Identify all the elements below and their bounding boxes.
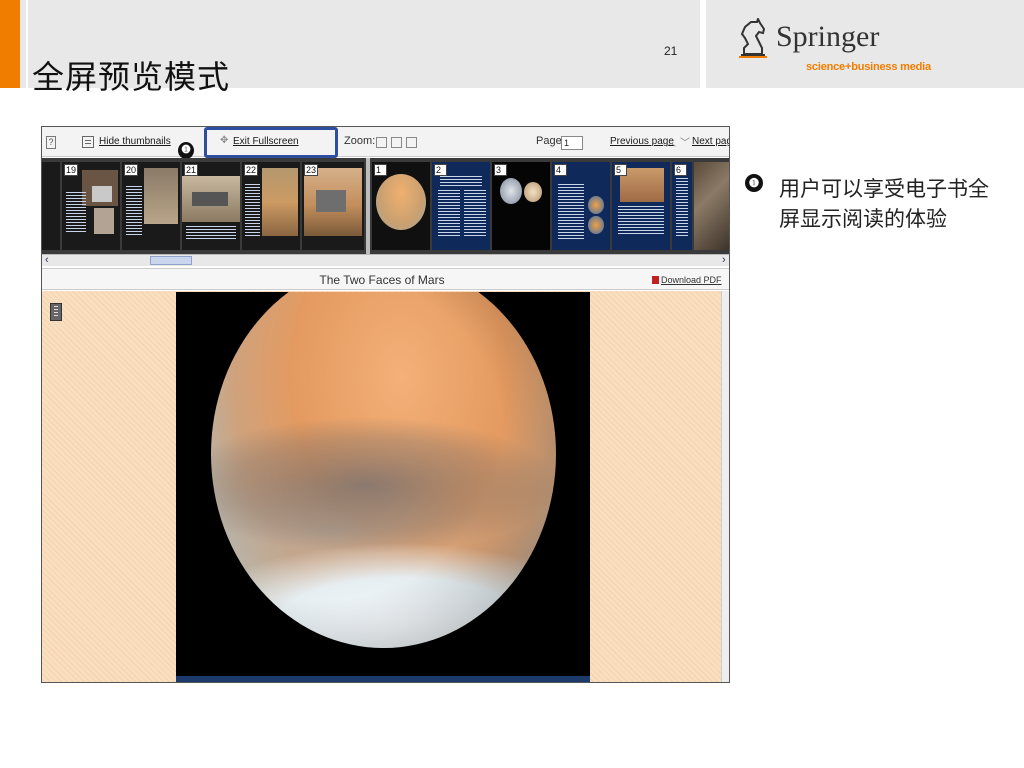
thumbnail-strip-divider — [366, 158, 370, 254]
hide-thumbnails-link[interactable]: Hide thumbnails — [99, 136, 171, 147]
zoom-fit-icon[interactable] — [406, 137, 417, 148]
step-marker-badge: ❶ — [178, 142, 194, 159]
thumbnail-scrollbar[interactable]: ‹ › — [42, 254, 729, 266]
thumbnail-page-4[interactable]: 4 — [552, 162, 610, 250]
scroll-left-icon[interactable]: ‹ — [45, 254, 49, 266]
header-accent-bar — [0, 0, 20, 88]
thumbnail-page-21[interactable]: 21 — [182, 162, 240, 250]
zoom-out-icon[interactable] — [391, 137, 402, 148]
download-pdf-label: Download PDF — [661, 275, 722, 285]
springer-logo-tagline: science+business media — [806, 61, 931, 73]
next-page-link[interactable]: Next page — [692, 136, 729, 147]
thumbnail-strip: 19 20 21 22 23 1 2 3 4 5 6 — [42, 158, 729, 254]
thumbnail-number: 6 — [674, 164, 687, 176]
thumbnail-page-19[interactable]: 19 — [62, 162, 120, 250]
chevron-down-icon[interactable]: ﹀ — [680, 134, 690, 149]
document-page-mars-image — [176, 292, 590, 680]
thumbnail-page-1[interactable]: 1 — [372, 162, 430, 250]
document-title: The Two Faces of Mars — [319, 273, 445, 287]
page-number-input[interactable]: 1 — [561, 136, 583, 150]
download-pdf-link[interactable]: Download PDF — [652, 275, 722, 285]
page-bottom-bar — [176, 676, 590, 682]
slide-title: 全屏预览模式 — [32, 58, 231, 96]
document-title-bar: The Two Faces of Mars Download PDF — [42, 268, 729, 290]
zoom-label: Zoom: — [344, 135, 376, 147]
thumbnail-page-6[interactable]: 6 — [672, 162, 692, 250]
zoom-in-icon[interactable] — [376, 137, 387, 148]
previous-page-link[interactable]: Previous page — [610, 136, 674, 147]
thumbnail-page-2[interactable]: 2 — [432, 162, 490, 250]
note-badge: ❶ — [745, 174, 763, 192]
viewer-toolbar: ? Hide thumbnails ❶ ✥ Exit Fullscreen Zo… — [42, 127, 729, 159]
note-text: 用户可以享受电子书全屏显示阅读的体验 — [779, 177, 989, 231]
page-label: Page — [536, 135, 562, 147]
help-button[interactable]: ? — [46, 136, 56, 149]
thumbnail-partial[interactable] — [694, 162, 729, 250]
thumbnail-number: 22 — [244, 164, 259, 176]
thumbnail-number: 19 — [64, 164, 79, 176]
fullscreen-icon: ✥ — [220, 135, 229, 146]
chevron-up-icon[interactable]: ︿ — [666, 134, 676, 149]
exit-fullscreen-link[interactable]: Exit Fullscreen — [233, 136, 299, 147]
thumbnail-number: 5 — [614, 164, 627, 176]
viewer-scrollbar[interactable] — [721, 291, 729, 682]
knight-horse-icon — [739, 18, 767, 58]
springer-logo-wordmark: Springer — [776, 20, 880, 53]
header-divider — [26, 0, 28, 88]
pdf-icon — [652, 276, 659, 284]
slide-page-number: 21 — [664, 44, 678, 58]
thumbnail-page-20[interactable]: 20 — [122, 162, 180, 250]
page-sidebar-icon[interactable] — [50, 303, 62, 321]
thumbnail-page-5[interactable]: 5 — [612, 162, 670, 250]
thumbnail-page-23[interactable]: 23 — [302, 162, 364, 250]
thumbnail-number: 3 — [494, 164, 507, 176]
thumbnail-number: 21 — [184, 164, 199, 176]
thumbnail-partial[interactable] — [42, 162, 60, 250]
thumbnail-number: 1 — [374, 164, 387, 176]
thumbnail-number: 4 — [554, 164, 567, 176]
thumbnail-page-22[interactable]: 22 — [242, 162, 300, 250]
thumbnail-page-3[interactable]: 3 — [492, 162, 550, 250]
scroll-right-icon[interactable]: › — [722, 254, 726, 266]
thumbnail-number: 2 — [434, 164, 447, 176]
thumbnails-icon — [82, 136, 94, 148]
thumbnail-number: 23 — [304, 164, 319, 176]
ebook-viewer-screenshot: ? Hide thumbnails ❶ ✥ Exit Fullscreen Zo… — [41, 126, 730, 683]
thumbnail-number: 20 — [124, 164, 139, 176]
scrollbar-thumb[interactable] — [150, 256, 192, 265]
